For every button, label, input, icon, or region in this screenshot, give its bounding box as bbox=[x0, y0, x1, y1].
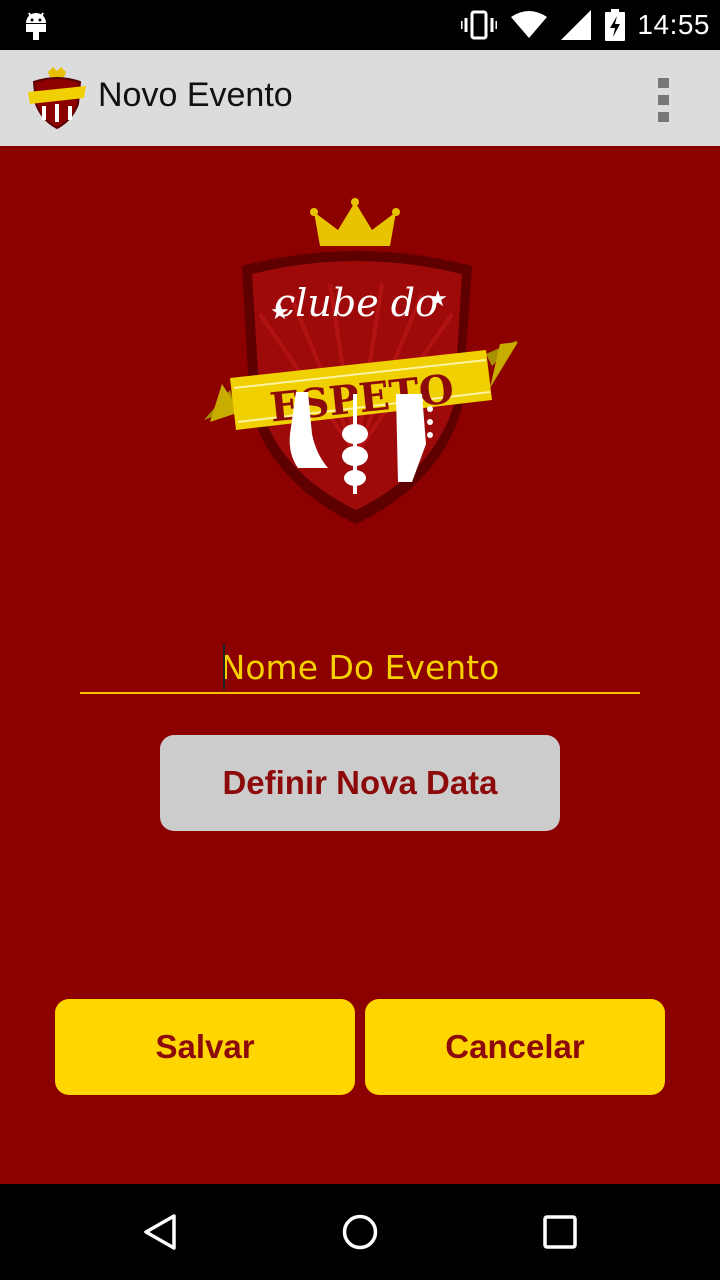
content-area: clube do ★ ★ ESPETO Definir Nova Data Sa… bbox=[0, 146, 720, 1184]
save-button[interactable]: Salvar bbox=[55, 999, 355, 1095]
wifi-icon bbox=[511, 11, 548, 38]
signal-icon bbox=[561, 10, 592, 40]
clube-do-espeto-logo: clube do ★ ★ ESPETO bbox=[204, 198, 518, 524]
navigation-bar bbox=[0, 1184, 720, 1280]
event-name-field-wrap bbox=[80, 642, 640, 694]
overflow-menu-icon[interactable] bbox=[656, 78, 672, 122]
star-icon: ★ bbox=[270, 299, 290, 324]
recent-apps-icon[interactable] bbox=[540, 1212, 580, 1252]
cancel-label: Cancelar bbox=[445, 1028, 585, 1065]
action-bar: Novo Evento bbox=[0, 50, 720, 146]
home-icon[interactable] bbox=[340, 1212, 380, 1252]
set-new-date-button[interactable]: Definir Nova Data bbox=[160, 735, 560, 831]
vibrate-icon bbox=[461, 10, 498, 40]
status-bar: 14:55 bbox=[0, 0, 720, 50]
page-title: Novo Evento bbox=[98, 76, 293, 114]
text-cursor bbox=[223, 644, 225, 690]
app-logo-icon[interactable] bbox=[26, 64, 88, 130]
android-icon bbox=[26, 12, 46, 40]
logo-text-top: clube do bbox=[274, 281, 438, 325]
save-label: Salvar bbox=[155, 1028, 255, 1065]
set-new-date-label: Definir Nova Data bbox=[222, 764, 498, 801]
back-icon[interactable] bbox=[140, 1212, 180, 1252]
event-name-input[interactable] bbox=[80, 642, 640, 694]
battery-charging-icon bbox=[605, 9, 626, 41]
star-icon: ★ bbox=[428, 286, 448, 311]
cancel-button[interactable]: Cancelar bbox=[365, 999, 665, 1095]
status-time: 14:55 bbox=[637, 9, 710, 40]
